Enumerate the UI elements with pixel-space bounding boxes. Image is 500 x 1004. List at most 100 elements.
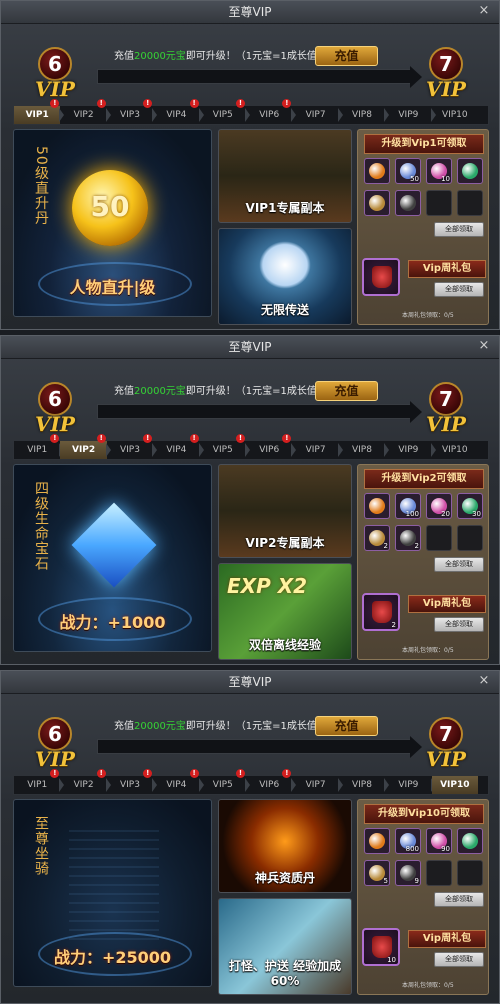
claim-weekly-button[interactable]: 全部领取 [434, 617, 484, 632]
claim-weekly-button[interactable]: 全部领取 [434, 282, 484, 297]
dungeon-card[interactable]: VIP2专属副本 [218, 464, 352, 558]
recharge-button[interactable]: 充值 [315, 716, 378, 736]
reward-slot[interactable]: 2 [395, 525, 421, 551]
tab-label: VIP5 [212, 780, 233, 790]
reward-slot[interactable]: 50 [395, 158, 421, 184]
tab-vip6[interactable]: VIP6 ! [246, 769, 297, 794]
reward-slot[interactable]: 9 [395, 860, 421, 886]
tab-vip10[interactable]: VIP10 [431, 776, 478, 794]
reward-slot[interactable]: 2 [364, 525, 390, 551]
tab-vip4[interactable]: VIP4 ! [153, 99, 204, 124]
reward-slot[interactable] [457, 828, 483, 854]
alert-icon: ! [50, 769, 60, 778]
tab-vip9[interactable]: VIP9 [385, 441, 436, 459]
tab-vip10[interactable]: VIP10 [432, 106, 478, 124]
vip-label: VIP [426, 747, 466, 771]
reward-slot[interactable] [457, 190, 483, 216]
tab-vip1[interactable]: VIP1 ! [14, 434, 65, 459]
feature-card: 50级直升丹 50 人物直升|级 [13, 129, 212, 317]
tab-label: VIP7 [305, 110, 326, 120]
claim-all-button[interactable]: 全部领取 [434, 892, 484, 907]
reward-slot[interactable] [395, 190, 421, 216]
reward-slot[interactable] [457, 860, 483, 886]
reward-slot[interactable]: 20 [426, 493, 452, 519]
dungeon-card[interactable]: VIP1专属副本 [218, 129, 352, 223]
upgrade-amount: 20000元宝 [134, 721, 186, 732]
tab-vip3[interactable]: VIP3 ! [107, 769, 158, 794]
tab-vip8[interactable]: VIP8 [339, 106, 390, 124]
tab-vip8[interactable]: VIP8 [339, 441, 390, 459]
tab-vip3[interactable]: VIP3 ! [107, 99, 158, 124]
next-level: 7 [429, 717, 463, 751]
weekly-gift-title: Vip周礼包 [408, 260, 486, 278]
reward-slot[interactable] [457, 525, 483, 551]
tab-vip8[interactable]: VIP8 [339, 776, 390, 794]
claim-weekly-button[interactable]: 全部领取 [434, 952, 484, 967]
claim-weekly-label: 全部领取 [445, 620, 473, 628]
tab-vip2[interactable]: VIP2 ! [60, 434, 111, 459]
reward-slot[interactable] [457, 158, 483, 184]
reward-title: 升级到Vip1可领取 [364, 134, 484, 154]
dungeon-card[interactable]: 神兵资质丹 [218, 799, 352, 893]
reward-slot[interactable] [364, 493, 390, 519]
reward-slot[interactable]: 800 [395, 828, 421, 854]
window-title: 至尊VIP × [1, 336, 499, 359]
reward-count: 100 [405, 510, 419, 518]
tab-label: VIP5 [212, 445, 233, 455]
tab-vip3[interactable]: VIP3 ! [107, 434, 158, 459]
recharge-button[interactable]: 充值 [315, 381, 378, 401]
perk-card[interactable]: EXP X2 双倍离线经验 [218, 563, 352, 660]
tab-vip5[interactable]: VIP5 ! [200, 434, 250, 459]
tab-vip2[interactable]: VIP2 ! [60, 99, 111, 124]
reward-slot[interactable] [426, 190, 452, 216]
perk-card[interactable]: 无限传送 [218, 228, 352, 325]
tab-label: VIP6 [259, 110, 280, 120]
tab-vip5[interactable]: VIP5 ! [200, 99, 250, 124]
reward-slot[interactable] [364, 190, 390, 216]
tab-vip6[interactable]: VIP6 ! [246, 434, 297, 459]
close-icon[interactable]: × [477, 339, 491, 353]
weekly-gift-slot[interactable]: 2 [362, 593, 400, 631]
tab-vip6[interactable]: VIP6 ! [246, 99, 297, 124]
tab-vip4[interactable]: VIP4 ! [153, 434, 204, 459]
tab-label: VIP1 [27, 780, 48, 790]
tab-vip7[interactable]: VIP7 [292, 776, 343, 794]
reward-slot[interactable] [364, 158, 390, 184]
upgrade-prefix: 充值 [114, 51, 134, 62]
tab-vip1[interactable]: VIP1 ! [14, 99, 65, 124]
weekly-gift-slot[interactable]: 10 [362, 928, 400, 966]
feature-caption: 人物直升|级 [69, 278, 156, 297]
tab-label: VIP6 [259, 780, 280, 790]
weekly-gift-slot[interactable] [362, 258, 400, 296]
claim-all-button[interactable]: 全部领取 [434, 222, 484, 237]
recharge-label: 充值 [334, 384, 359, 398]
tab-vip2[interactable]: VIP2 ! [60, 769, 111, 794]
tab-label: VIP7 [305, 780, 326, 790]
claim-all-button[interactable]: 全部领取 [434, 557, 484, 572]
tab-vip1[interactable]: VIP1 ! [14, 769, 65, 794]
alert-icon: ! [189, 434, 199, 443]
reward-slot[interactable] [426, 860, 452, 886]
recharge-button[interactable]: 充值 [315, 46, 378, 66]
tab-vip9[interactable]: VIP9 [385, 106, 436, 124]
close-icon[interactable]: × [477, 4, 491, 18]
reward-panel: 升级到Vip10可领取 800 90 5 9 全部领取 10 Vip周礼包 全部领取本… [357, 799, 489, 995]
tab-vip4[interactable]: VIP4 ! [153, 769, 204, 794]
reward-slot[interactable]: 5 [364, 860, 390, 886]
reward-slot[interactable]: 10 [426, 158, 452, 184]
reward-item-icon [462, 163, 478, 179]
tab-vip7[interactable]: VIP7 [292, 441, 343, 459]
reward-slot[interactable]: 100 [395, 493, 421, 519]
tab-vip10[interactable]: VIP10 [432, 441, 478, 459]
close-icon[interactable]: × [477, 674, 491, 688]
reward-slot[interactable]: 90 [426, 828, 452, 854]
reward-slot[interactable] [364, 828, 390, 854]
perk-card[interactable]: 打怪、护送 经验加成60% [218, 898, 352, 995]
tab-vip5[interactable]: VIP5 ! [200, 769, 250, 794]
tab-vip9[interactable]: VIP9 [385, 776, 436, 794]
reward-slot[interactable] [426, 525, 452, 551]
tab-vip7[interactable]: VIP7 [292, 106, 343, 124]
reward-slot[interactable]: 30 [457, 493, 483, 519]
current-vip-badge: 6 VIP [32, 382, 78, 440]
vip-label: VIP [426, 77, 466, 101]
